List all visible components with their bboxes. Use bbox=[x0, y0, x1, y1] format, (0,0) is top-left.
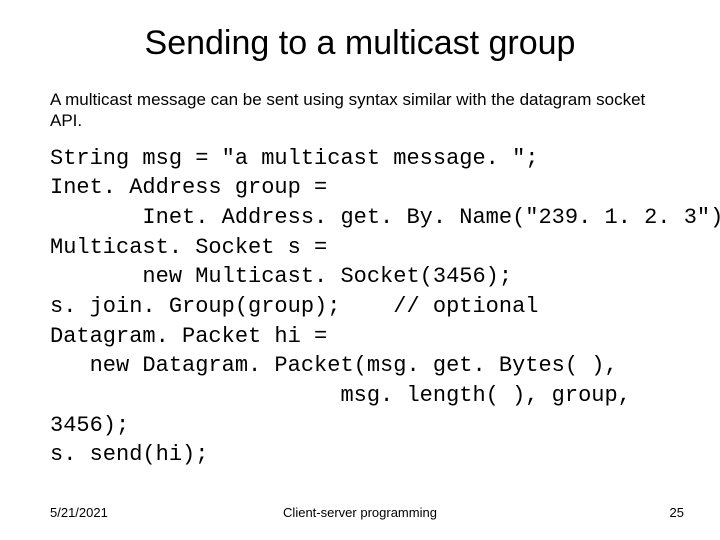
intro-paragraph: A multicast message can be sent using sy… bbox=[50, 89, 670, 132]
slide: Sending to a multicast group A multicast… bbox=[0, 0, 720, 540]
footer-center: Client-server programming bbox=[0, 505, 720, 520]
slide-title: Sending to a multicast group bbox=[50, 24, 670, 63]
code-block: String msg = "a multicast message. "; In… bbox=[50, 144, 670, 471]
footer-page-number: 25 bbox=[670, 505, 684, 520]
